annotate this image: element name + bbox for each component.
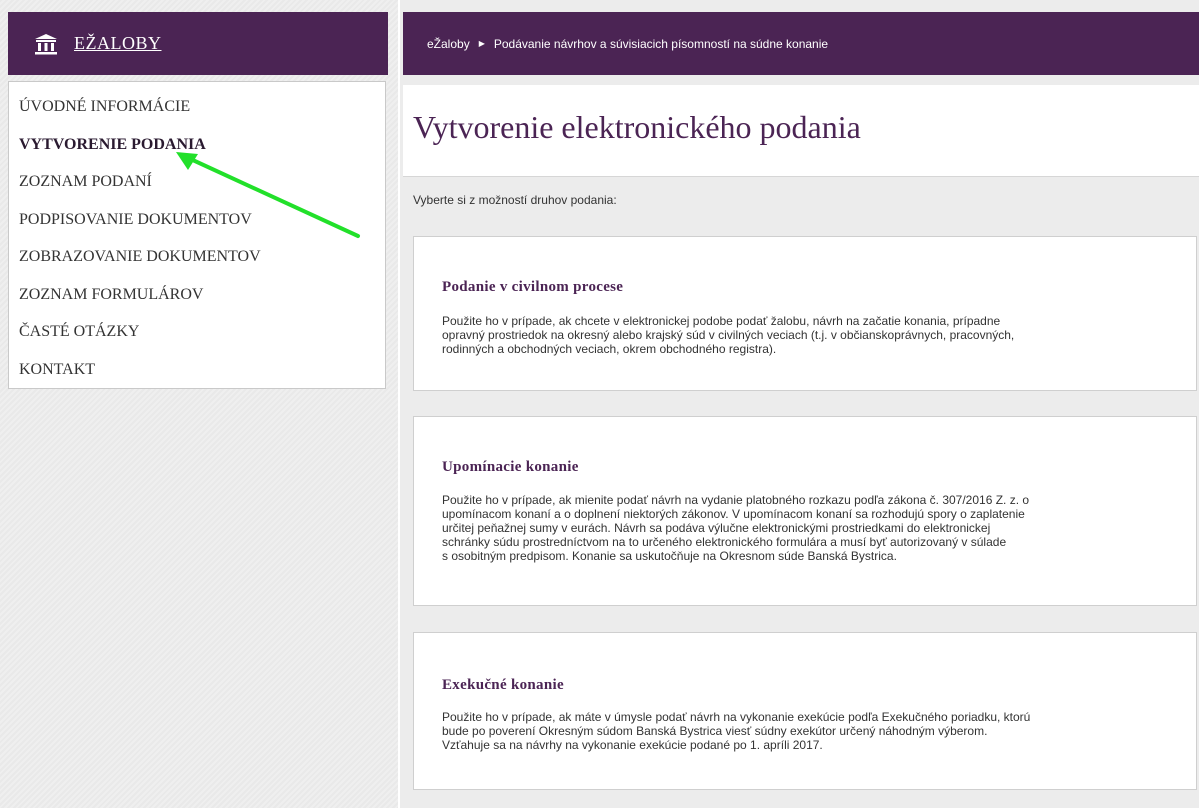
building-icon	[35, 33, 57, 54]
card-description-line: Vzťahuje sa na návrhy na vykonanie exekú…	[442, 738, 823, 752]
sidebar: EŽALOBY ÚVODNÉ INFORMÁCIE VYTVORENIE POD…	[0, 0, 398, 808]
page-title: Vytvorenie elektronického podania	[413, 109, 861, 145]
card-description: Použite ho v prípade, ak chcete v elektr…	[442, 314, 1182, 356]
card-description-line: schránky súdu prostredníctvom na to urče…	[442, 535, 1007, 549]
card-description-line: Použite ho v prípade, ak máte v úmysle p…	[442, 710, 1031, 724]
triangle-right-icon: ▶	[478, 39, 485, 48]
card-description-line: bude po poverení Okresným súdom Banská B…	[442, 724, 988, 738]
sidebar-item-zoznam-podani[interactable]: ZOZNAM PODANÍ	[9, 163, 385, 201]
card-description-line: Použite ho v prípade, ak mienite podať n…	[442, 493, 1030, 507]
card-description-line: rodinných a obchodných veciach, okrem ob…	[442, 342, 777, 356]
card-title[interactable]: Podanie v civilnom procese	[442, 279, 623, 296]
card-description-line: Použite ho v prípade, ak chcete v elektr…	[442, 314, 1001, 328]
sidebar-item-vytvorenie-podania[interactable]: VYTVORENIE PODANIA	[9, 126, 385, 164]
card-title[interactable]: Upomínacie konanie	[442, 459, 579, 476]
intro-text: Vyberte si z možností druhov podania:	[413, 193, 617, 207]
card-exekucne-konanie[interactable]: Exekučné konanie Použite ho v prípade, a…	[413, 632, 1197, 790]
breadcrumb-home-link[interactable]: eŽaloby	[427, 37, 470, 51]
card-description-line: opravný prostriedok na okresný alebo kra…	[442, 328, 1015, 342]
card-upominacie-konanie[interactable]: Upomínacie konanie Použite ho v prípade,…	[413, 416, 1197, 606]
main-content: eŽaloby ▶ Podávanie návrhov a súvisiacic…	[403, 0, 1199, 808]
logo-bar[interactable]: EŽALOBY	[8, 12, 388, 75]
column-divider	[398, 0, 400, 808]
sidebar-nav: ÚVODNÉ INFORMÁCIE VYTVORENIE PODANIA ZOZ…	[8, 81, 386, 389]
sidebar-item-zoznam-formularov[interactable]: ZOZNAM FORMULÁROV	[9, 276, 385, 314]
breadcrumb: eŽaloby ▶ Podávanie návrhov a súvisiacic…	[403, 12, 1199, 75]
breadcrumb-current: Podávanie návrhov a súvisiacich písomnos…	[493, 36, 829, 51]
sidebar-item-zobrazovanie-dokumentov[interactable]: ZOBRAZOVANIE DOKUMENTOV	[9, 238, 385, 276]
sidebar-item-kontakt[interactable]: KONTAKT	[9, 351, 385, 389]
sidebar-item-podpisovanie-dokumentov[interactable]: PODPISOVANIE DOKUMENTOV	[9, 201, 385, 239]
card-description-line: s osobitným predpisom. Konanie sa uskuto…	[442, 549, 897, 563]
page-header: Vytvorenie elektronického podania	[403, 85, 1199, 177]
card-description: Použite ho v prípade, ak máte v úmysle p…	[442, 710, 1182, 752]
card-description-line: určitej peňažnej sumy v eurách. Návrh sa…	[442, 521, 991, 535]
logo-link[interactable]: EŽALOBY	[74, 33, 162, 54]
sidebar-item-uvodne-informacie[interactable]: ÚVODNÉ INFORMÁCIE	[9, 88, 385, 126]
card-description-line: upomínacom konaní a o doplnení niektorýc…	[442, 507, 1025, 521]
card-civilny-proces[interactable]: Podanie v civilnom procese Použite ho v …	[413, 236, 1197, 391]
card-description: Použite ho v prípade, ak mienite podať n…	[442, 493, 1182, 563]
sidebar-item-caste-otazky[interactable]: ČASTÉ OTÁZKY	[9, 313, 385, 351]
card-title[interactable]: Exekučné konanie	[442, 677, 564, 694]
